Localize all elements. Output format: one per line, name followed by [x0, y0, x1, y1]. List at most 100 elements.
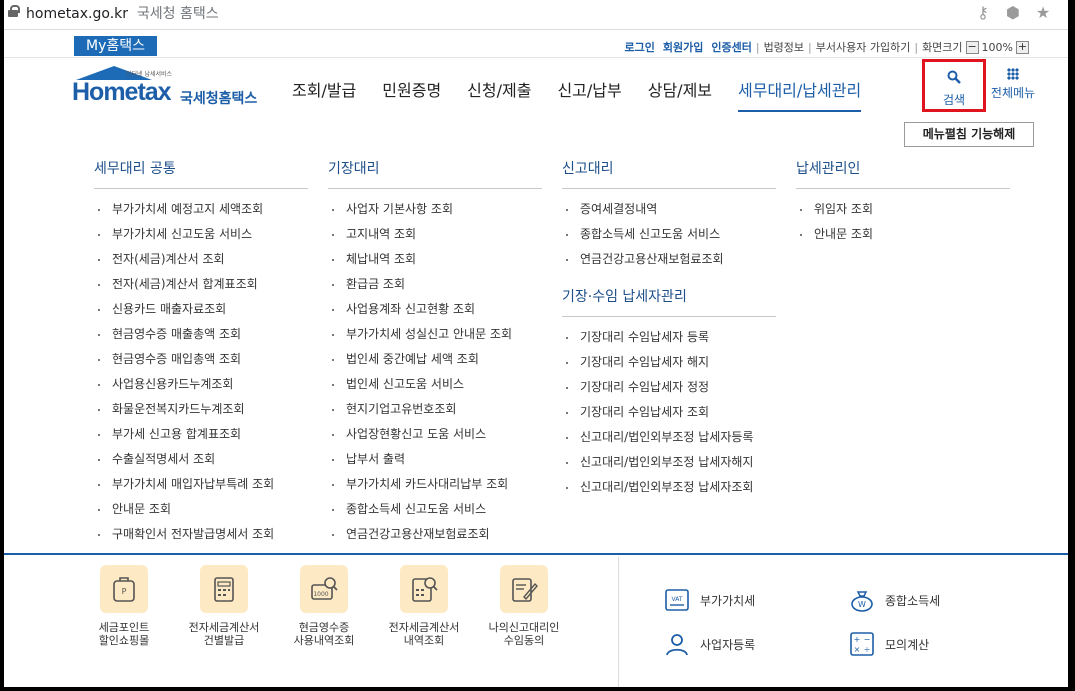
quick-label: 건별발급 — [203, 634, 245, 647]
invoice-search-icon — [400, 565, 448, 613]
quick-link-einvoice-history[interactable]: 전자세금계산서 내역조회 — [374, 565, 474, 647]
screen-size-label: 화면크기 — [922, 41, 963, 54]
menu-item[interactable]: 부가세 신고용 합계표조회 — [94, 422, 308, 447]
quick-label: 세금포인트 — [98, 621, 150, 634]
quick-link-agent-consent[interactable]: 나의신고대리인 수임동의 — [474, 565, 574, 647]
tax-bag-icon: P — [100, 565, 148, 613]
dept-user-link[interactable]: 부서사용자 가입하기 — [816, 39, 911, 55]
join-link[interactable]: 회원가입 — [663, 39, 703, 55]
column-title[interactable]: 납세관리인 — [796, 158, 1010, 189]
menu-item[interactable]: 법인세 신고도움 서비스 — [328, 372, 542, 397]
menu-item[interactable]: 부가가치세 성실신고 안내문 조회 — [328, 322, 542, 347]
key-icon[interactable]: ⚷ — [974, 4, 992, 22]
menu-item[interactable]: 납부서 출력 — [328, 447, 542, 472]
menu-item[interactable]: 화물운전복지카드누계조회 — [94, 397, 308, 422]
service-income-tax[interactable]: W 종합소득세 — [849, 587, 940, 613]
menu-item[interactable]: 부가가치세 매입자납부특례 조회 — [94, 472, 308, 497]
menu-item[interactable]: 연금건강고용산재보험료조회 — [328, 522, 542, 547]
my-hometax-button[interactable]: My홈택스 — [74, 36, 157, 56]
service-mock-calc[interactable]: + − × ÷ 모의계산 — [849, 631, 929, 657]
nav-item-counsel[interactable]: 상담/제보 — [648, 77, 712, 112]
quick-label: 내역조회 — [403, 634, 445, 647]
menu-item[interactable]: 구매확인서 전자발급명세서 조회 — [94, 522, 308, 547]
zoom-out-button[interactable]: − — [965, 40, 979, 54]
service-label: 모의계산 — [885, 637, 930, 652]
svg-text:1000: 1000 — [313, 591, 328, 598]
site-header: 인터넷 납세서비스 Hometax 국세청홈택스 조회/발급 민원증명 신청/제… — [4, 58, 1068, 114]
shield-icon[interactable]: ⬢ — [1004, 4, 1022, 22]
menu-item[interactable]: 법인세 중간예납 세액 조회 — [328, 347, 542, 372]
bookmark-star-icon[interactable]: ★ — [1034, 4, 1052, 22]
quick-link-cash-receipt[interactable]: 1000 현금영수증 사용내역조회 — [274, 565, 374, 647]
search-button[interactable]: 검색 — [922, 59, 986, 112]
cert-center-link[interactable]: 인증센터 — [711, 39, 751, 55]
nav-item-apply[interactable]: 신청/제출 — [467, 77, 531, 112]
zoom-in-button[interactable]: + — [1016, 40, 1029, 54]
column-title[interactable]: 기장대리 — [328, 158, 542, 189]
lock-icon — [8, 5, 20, 17]
menu-list: 부가가치세 예정고지 세액조회 부가가치세 신고도움 서비스 전자(세금)계산서 조… — [94, 197, 308, 547]
menu-item[interactable]: 기장대리 수임납세자 정정 — [562, 375, 776, 400]
menu-item[interactable]: 기장대리 수임납세자 조회 — [562, 400, 776, 425]
menu-item[interactable]: 증여세결정내역 — [562, 197, 776, 222]
nav-item-inquiry[interactable]: 조회/발급 — [292, 77, 356, 112]
menu-list: 사업자 기본사항 조회 고지내역 조회 체납내역 조회 환급금 조회 사업용계좌 신고현… — [328, 197, 542, 547]
svg-text:+: + — [854, 635, 861, 644]
login-link[interactable]: 로그인 — [625, 39, 655, 55]
menu-item[interactable]: 종합소득세 신고도움 서비스 — [328, 497, 542, 522]
main-content-bottom: P 세금포인트 할인쇼핑몰 전자세금계산서 건별발급 1000 현금영수증 사용내역조… — [4, 557, 1068, 687]
quick-link-tax-point[interactable]: P 세금포인트 할인쇼핑몰 — [74, 565, 174, 647]
service-label: 사업자등록 — [700, 637, 756, 652]
menu-item[interactable]: 신용카드 매출자료조회 — [94, 297, 308, 322]
column-title[interactable]: 세무대리 공통 — [94, 158, 308, 189]
menu-item[interactable]: 사업장현황신고 도움 서비스 — [328, 422, 542, 447]
menu-item[interactable]: 수출실적명세서 조회 — [94, 447, 308, 472]
menu-item[interactable]: 신고대리/법인외부조정 납세자해지 — [562, 450, 776, 475]
menu-item[interactable]: 위임자 조회 — [796, 197, 1010, 222]
menu-item[interactable]: 현금영수증 매출총액 조회 — [94, 322, 308, 347]
column-title[interactable]: 기장·수임 납세자관리 — [562, 286, 776, 317]
column-title[interactable]: 신고대리 — [562, 158, 776, 189]
menu-item[interactable]: 종합소득세 신고도움 서비스 — [562, 222, 776, 247]
menu-item[interactable]: 기장대리 수임납세자 등록 — [562, 325, 776, 350]
address-bar[interactable]: hometax.go.kr 국세청 홈택스 ⚷ ⬢ ★ — [4, 0, 1068, 30]
utility-links: 로그인 회원가입 인증센터 | 법령정보 | 부서사용자 가입하기 | 화면크기… — [617, 39, 1033, 55]
service-business-registration[interactable]: 사업자등록 — [664, 631, 755, 657]
law-info-link[interactable]: 법령정보 — [764, 39, 804, 55]
menu-list: 위임자 조회 안내문 조회 — [796, 197, 1010, 247]
menu-item[interactable]: 사업용신용카드누계조회 — [94, 372, 308, 397]
menu-item[interactable]: 체납내역 조회 — [328, 247, 542, 272]
menu-item[interactable]: 사업용계좌 신고현황 조회 — [328, 297, 542, 322]
service-label: 종합소득세 — [885, 593, 941, 608]
menu-unfold-toggle-button[interactable]: 메뉴펼침 기능해제 — [904, 122, 1034, 147]
menu-item[interactable]: 기장대리 수임납세자 해지 — [562, 350, 776, 375]
hometax-logo[interactable]: 인터넷 납세서비스 Hometax 국세청홈택스 — [72, 66, 262, 107]
menu-item[interactable]: 환급금 조회 — [328, 272, 542, 297]
quick-link-einvoice-issue[interactable]: 전자세금계산서 건별발급 — [174, 565, 274, 647]
menu-item[interactable]: 신고대리/법인외부조정 납세자등록 — [562, 425, 776, 450]
menu-item[interactable]: 고지내역 조회 — [328, 222, 542, 247]
menu-item[interactable]: 전자(세금)계산서 조회 — [94, 247, 308, 272]
quick-label: 사용내역조회 — [293, 634, 355, 647]
url-text[interactable]: hometax.go.kr 국세청 홈택스 — [26, 3, 219, 23]
divider — [618, 557, 619, 687]
nav-item-report-pay[interactable]: 신고/납부 — [557, 77, 621, 112]
menu-item[interactable]: 현금영수증 매입총액 조회 — [94, 347, 308, 372]
menu-item[interactable]: 안내문 조회 — [94, 497, 308, 522]
nav-item-certificate[interactable]: 민원증명 — [382, 77, 441, 112]
all-menu-button[interactable]: 전체메뉴 — [988, 68, 1038, 101]
divider: | — [755, 40, 760, 54]
menu-item[interactable]: 사업자 기본사항 조회 — [328, 197, 542, 222]
menu-item[interactable]: 부가가치세 신고도움 서비스 — [94, 222, 308, 247]
menu-item[interactable]: 신고대리/법인외부조정 납세자조회 — [562, 475, 776, 500]
menu-item[interactable]: 현지기업고유번호조회 — [328, 397, 542, 422]
menu-item[interactable]: 부가가치세 카드사대리납부 조회 — [328, 472, 542, 497]
menu-column-tax-manager: 납세관리인 위임자 조회 안내문 조회 — [796, 158, 1010, 247]
logo-subtitle: 인터넷 납세서비스 — [126, 71, 173, 78]
menu-item[interactable]: 전자(세금)계산서 합계표조회 — [94, 272, 308, 297]
nav-item-tax-agent[interactable]: 세무대리/납세관리 — [738, 77, 862, 112]
menu-item[interactable]: 안내문 조회 — [796, 222, 1010, 247]
service-vat[interactable]: VAT 부가가치세 — [664, 587, 755, 613]
menu-item[interactable]: 부가가치세 예정고지 세액조회 — [94, 197, 308, 222]
menu-item[interactable]: 연금건강고용산재보험료조회 — [562, 247, 776, 272]
